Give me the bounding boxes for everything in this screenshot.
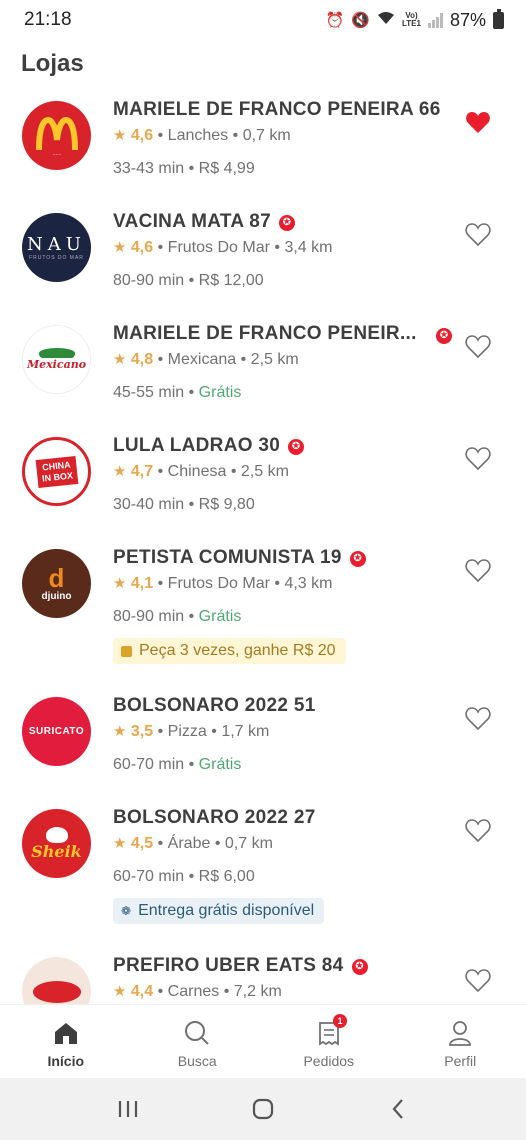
star-icon: ★ [113, 835, 127, 852]
status-time: 21:18 [24, 9, 72, 30]
mexicano-logo: Mexicano [22, 325, 91, 394]
suricato-logo: SURICATO [22, 697, 91, 766]
store-delivery: 45-55 min • Grátis [113, 384, 242, 401]
favorite-heart-icon[interactable] [464, 222, 492, 248]
store-item[interactable]: d djuino PETISTA COMUNISTA 19 ✪ ★ 4,1 • F… [0, 528, 526, 672]
status-bar: 21:18 ⏰ 🔇 Vo) LTE1 87% [0, 0, 526, 40]
store-item[interactable]: NAU FRUTOS DO MAR VACINA MATA 87 ✪ ★ 4,6 … [0, 192, 526, 304]
store-meta: ★ 4,6 • Lanches • 0,7 km [113, 127, 291, 144]
meat-logo [22, 957, 91, 1004]
nav-pedidos[interactable]: 1 Pedidos [263, 1005, 395, 1078]
star-icon: ★ [113, 983, 127, 1000]
store-item[interactable]: Sheik BOLSONARO 2022 27 ★ 4,5 • Árabe • … [0, 788, 526, 932]
store-name: LULA LADRAO 30 ✪ [113, 435, 305, 457]
favorite-heart-icon[interactable] [464, 446, 492, 472]
favorite-heart-icon[interactable] [464, 558, 492, 584]
store-meta: ★ 4,8 • Mexicana • 2,5 km [113, 351, 299, 368]
back-chevron-icon [392, 1099, 404, 1119]
super-restaurant-icon: ✪ [349, 551, 366, 567]
store-item[interactable]: Mexicano MARIELE DE FRANCO PENEIR... ✪ ★… [0, 304, 526, 416]
mcdonalds-logo: ...... [22, 101, 91, 170]
super-restaurant-icon: ✪ [278, 215, 295, 231]
system-nav-bar [0, 1078, 526, 1140]
sombrero-icon [38, 348, 75, 358]
alarm-icon: ⏰ [325, 12, 345, 29]
steak-icon [32, 980, 81, 1003]
home-icon [53, 1019, 79, 1047]
golden-arches-icon: ...... [35, 116, 78, 156]
delivery-icon: ❁ [121, 904, 132, 918]
nav-inicio[interactable]: Início [0, 1005, 132, 1078]
store-name: PETISTA COMUNISTA 19 ✪ [113, 547, 366, 569]
loyalty-promo-badge: Peça 3 vezes, ganhe R$ 20 [113, 638, 346, 664]
signal-icon [427, 12, 443, 28]
store-meta: ★ 4,7 • Chinesa • 2,5 km [113, 463, 289, 480]
super-restaurant-icon: ✪ [288, 439, 305, 455]
search-icon [184, 1019, 210, 1047]
store-meta: ★ 4,5 • Árabe • 0,7 km [113, 835, 273, 852]
favorite-heart-icon[interactable] [464, 706, 492, 732]
favorite-heart-icon[interactable] [464, 818, 492, 844]
store-item[interactable]: PREFIRO UBER EATS 84 ✪ ★ 4,4 • Carnes • 7… [0, 936, 526, 1004]
battery-percent: 87% [449, 9, 486, 30]
favorite-heart-icon[interactable] [464, 110, 492, 136]
super-restaurant-icon: ✪ [351, 959, 368, 975]
star-icon: ★ [113, 463, 127, 480]
lte-icon: Vo) LTE1 [402, 11, 421, 28]
store-delivery: 30-40 min • R$ 9,80 [113, 496, 255, 513]
star-icon: ★ [113, 575, 127, 592]
star-icon: ★ [113, 239, 127, 256]
store-delivery: 60-70 min • R$ 6,00 [113, 868, 255, 885]
favorite-heart-icon[interactable] [464, 334, 492, 360]
star-icon: ★ [113, 723, 127, 740]
back-button[interactable] [378, 1089, 418, 1129]
recent-apps-button[interactable] [108, 1089, 148, 1129]
wifi-icon [377, 11, 395, 29]
bottom-nav: Início Busca 1 Pedidos Perfil [0, 1004, 526, 1078]
svg-text:......: ...... [52, 151, 60, 156]
mute-icon: 🔇 [351, 12, 370, 29]
free-delivery-badge: ❁ Entrega grátis disponível [113, 898, 325, 924]
store-meta: ★ 4,1 • Frutos Do Mar • 4,3 km [113, 575, 333, 592]
home-circle-icon [252, 1098, 274, 1120]
nau-logo: NAU FRUTOS DO MAR [22, 213, 91, 282]
store-delivery: 80-90 min • R$ 12,00 [113, 272, 264, 289]
store-name: VACINA MATA 87 ✪ [113, 211, 295, 233]
status-icons: ⏰ 🔇 Vo) LTE1 87% [325, 8, 504, 31]
djuino-logo: d djuino [22, 549, 91, 618]
star-icon: ★ [113, 351, 127, 368]
sheik-logo: Sheik [22, 809, 91, 878]
recent-apps-icon [118, 1101, 137, 1117]
star-icon: ★ [113, 127, 127, 144]
store-meta: ★ 4,4 • Carnes • 7,2 km [113, 983, 282, 1000]
profile-icon [448, 1019, 472, 1047]
nav-busca[interactable]: Busca [132, 1005, 264, 1078]
battery-icon [493, 8, 504, 29]
home-button[interactable] [243, 1089, 283, 1129]
china-in-box-logo: CHINA IN BOX [22, 437, 91, 506]
store-meta: ★ 4,6 • Frutos Do Mar • 3,4 km [113, 239, 333, 256]
store-list[interactable]: ...... MARIELE DE FRANCO PENEIRA 66 ★ 4,… [0, 80, 526, 1004]
store-delivery: 33-43 min • R$ 4,99 [113, 160, 255, 177]
ticket-icon [121, 645, 132, 657]
favorite-heart-icon[interactable] [464, 968, 492, 994]
store-name: MARIELE DE FRANCO PENEIRA 66 [113, 99, 441, 120]
store-meta: ★ 3,5 • Pizza • 1,7 km [113, 723, 270, 740]
d-letter-icon: d [48, 563, 65, 593]
store-item[interactable]: SURICATO BOLSONARO 2022 51 ★ 3,5 • Pizza… [0, 676, 526, 788]
store-delivery: 80-90 min • Grátis [113, 608, 242, 625]
nav-perfil[interactable]: Perfil [395, 1005, 526, 1078]
store-name: MARIELE DE FRANCO PENEIR... [113, 323, 417, 344]
chef-icon [45, 826, 68, 843]
store-name: BOLSONARO 2022 51 [113, 695, 316, 716]
store-name: PREFIRO UBER EATS 84 ✪ [113, 955, 368, 977]
store-delivery: 60-70 min • Grátis [113, 756, 242, 773]
page-title: Lojas [21, 50, 84, 77]
super-restaurant-icon: ✪ [436, 328, 452, 344]
store-item[interactable]: ...... MARIELE DE FRANCO PENEIRA 66 ★ 4,… [0, 80, 526, 192]
orders-badge: 1 [333, 1014, 347, 1028]
store-item[interactable]: CHINA IN BOX LULA LADRAO 30 ✪ ★ 4,7 • Chi… [0, 416, 526, 528]
store-name: BOLSONARO 2022 27 [113, 807, 316, 828]
